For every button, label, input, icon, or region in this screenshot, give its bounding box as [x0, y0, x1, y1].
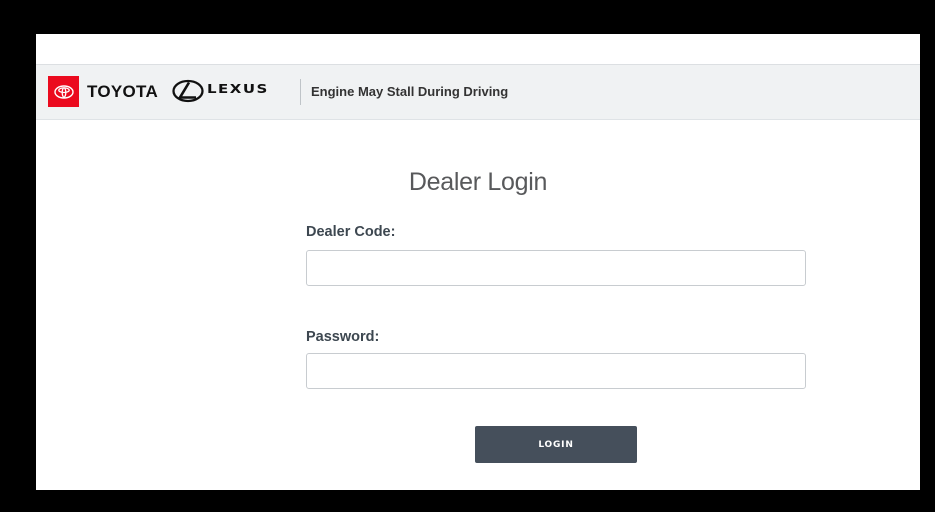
dealer-code-input[interactable]	[306, 250, 806, 286]
dealer-code-label: Dealer Code:	[306, 224, 396, 240]
lexus-wordmark[interactable]: LEXUS	[207, 81, 269, 96]
header-divider	[300, 79, 301, 105]
site-header: TOYOTA LEXUS Engine May Stall During Dri…	[36, 64, 920, 120]
top-strip	[36, 34, 920, 64]
recall-title: Engine May Stall During Driving	[311, 84, 509, 99]
toyota-wordmark[interactable]: TOYOTA	[87, 82, 158, 102]
toyota-logo-icon[interactable]	[48, 76, 79, 107]
password-label: Password:	[306, 329, 380, 345]
lexus-logo-icon[interactable]	[172, 79, 204, 103]
browser-page: TOYOTA LEXUS Engine May Stall During Dri…	[36, 34, 920, 490]
login-button[interactable]: LOGIN	[475, 426, 637, 463]
page-title: Dealer Login	[408, 168, 548, 196]
password-input[interactable]	[306, 353, 806, 389]
